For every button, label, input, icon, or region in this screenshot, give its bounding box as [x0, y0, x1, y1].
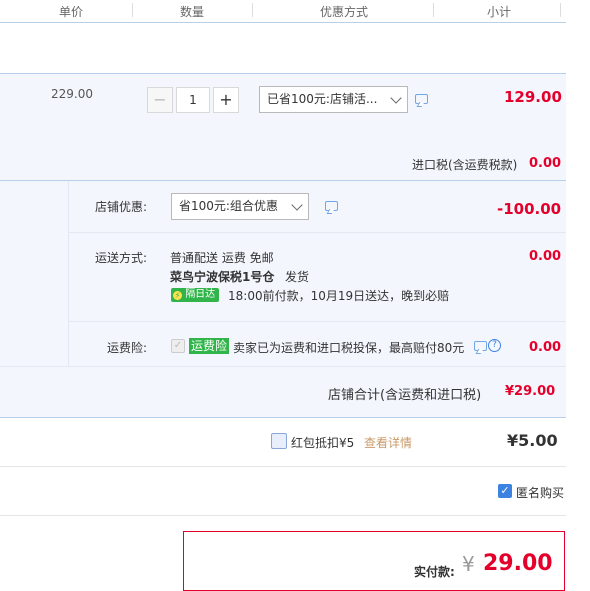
payment-box: 实付款: ¥ 29.00	[183, 531, 565, 591]
item-price: 229.00	[51, 87, 93, 101]
header-divider	[433, 3, 434, 17]
redpacket-label: 红包抵扣¥5	[291, 436, 355, 450]
chat-icon[interactable]	[325, 201, 338, 211]
header-subtotal: 小计	[487, 5, 512, 19]
table-header: 单价 数量 优惠方式 小计	[0, 0, 566, 22]
header-price: 单价	[59, 5, 84, 19]
quantity-increase-button[interactable]: +	[213, 87, 239, 113]
redpacket-details-link[interactable]: 查看详情	[364, 434, 412, 451]
row-divider	[0, 515, 566, 516]
shop-panel: 店铺优惠: 省100元:组合优惠 -100.00 运送方式: 普通配送 运费 免…	[0, 180, 566, 418]
shipping-value: 0.00	[529, 249, 562, 264]
shop-discount-select-value: 省100元:组合优惠	[179, 199, 278, 213]
insurance-label: 运费险:	[107, 341, 148, 355]
header-divider	[560, 3, 561, 17]
shop-total-label: 店铺合计(含运费和进口税)	[328, 388, 482, 403]
shop-discount-label: 店铺优惠:	[95, 200, 148, 214]
payment-label: 实付款:	[414, 565, 455, 579]
payment-currency: ¥	[462, 552, 475, 576]
anonymous-label: 匿名购买	[516, 486, 565, 500]
header-discount: 优惠方式	[320, 5, 369, 19]
shipping-note: 18:00前付款，10月19日送达，晚到必赔	[228, 289, 450, 303]
shipping-method: 普通配送 运费 免邮	[170, 251, 274, 265]
header-quantity: 数量	[180, 5, 205, 19]
shipping-dispatch: 发货	[285, 270, 310, 284]
header-divider	[252, 3, 253, 17]
chevron-down-icon	[291, 199, 303, 211]
shop-discount-value: -100.00	[497, 200, 562, 218]
row-divider	[69, 321, 566, 322]
import-tax-value: 0.00	[529, 156, 562, 171]
redpacket-value: ¥5.00	[507, 431, 558, 450]
header-bottom-border	[0, 22, 566, 23]
chat-icon[interactable]	[415, 94, 428, 104]
shop-total-value: ¥29.00	[505, 384, 556, 399]
row-divider	[69, 232, 566, 233]
anonymous-checkbox[interactable]: ✓	[498, 484, 512, 498]
insurance-badge: 运费险	[189, 338, 230, 354]
quantity-decrease-button[interactable]: −	[147, 87, 173, 113]
help-icon[interactable]: ?	[488, 339, 501, 352]
chevron-down-icon	[390, 92, 402, 104]
quantity-input[interactable]: 1	[176, 87, 210, 113]
item-subtotal: 129.00	[504, 88, 562, 106]
chat-icon[interactable]	[474, 341, 487, 351]
next-day-badge-text: 隔日达	[185, 289, 216, 300]
import-tax-label: 进口税(含运费税款)	[412, 158, 518, 172]
shipping-warehouse: 菜鸟宁波保税1号仓	[170, 270, 275, 284]
header-divider	[132, 3, 133, 17]
lightning-icon: ⚡	[173, 291, 182, 300]
shipping-label: 运送方式:	[95, 251, 148, 265]
row-divider	[0, 466, 566, 467]
item-discount-select[interactable]: 已省100元:店铺活...	[259, 86, 408, 113]
item-row: 229.00 − 1 + 已省100元:店铺活... 129.00 进口税(含运…	[0, 73, 566, 181]
redpacket-checkbox[interactable]	[271, 433, 287, 449]
insurance-value: 0.00	[529, 340, 562, 355]
shop-panel-left-divider	[68, 181, 69, 366]
insurance-text: 卖家已为运费和进口税投保，最高赔付80元	[233, 341, 465, 355]
row-divider	[0, 366, 566, 367]
next-day-badge: ⚡ 隔日达	[171, 288, 220, 302]
item-discount-select-value: 已省100元:店铺活...	[267, 92, 378, 106]
insurance-checkbox: ✓	[171, 339, 185, 353]
shop-discount-select[interactable]: 省100元:组合优惠	[171, 193, 309, 220]
payment-value: 29.00	[483, 551, 553, 576]
